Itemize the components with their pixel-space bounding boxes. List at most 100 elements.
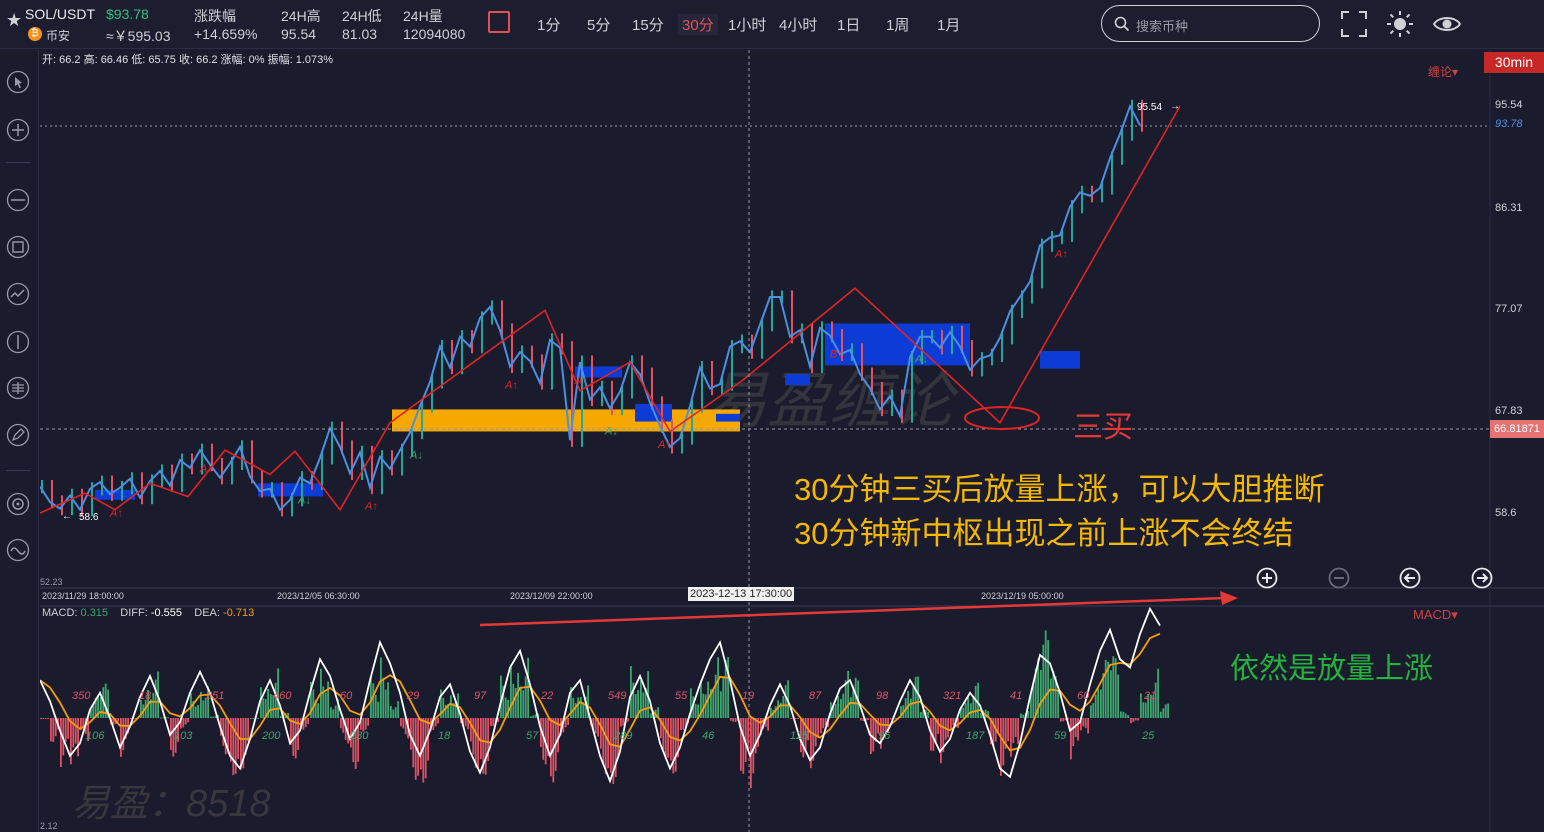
macd-bottom-value: 2.12 [40, 821, 58, 831]
macd-histogram-bar [1132, 718, 1135, 722]
macd-peak-number: 29 [406, 690, 419, 702]
time-tick: 2023/12/05 06:30:00 [277, 591, 360, 601]
macd-trough-number: 57 [526, 730, 539, 742]
scroll-left-icon[interactable] [1399, 567, 1421, 589]
macd-histogram-bar [1012, 718, 1015, 744]
buy-sell-signal: A↑ [199, 463, 213, 475]
vertical-line-icon[interactable] [6, 330, 30, 354]
macd-histogram-bar [847, 670, 849, 718]
fullscreen-icon[interactable] [1340, 10, 1368, 38]
buy-sell-signal: A↑ [657, 439, 671, 451]
macd-histogram-bar [70, 718, 72, 765]
cny-price: ≈￥595.03 [106, 28, 171, 44]
macd-histogram-bar [1097, 687, 1099, 718]
buy-sell-signal: A↑ [109, 507, 123, 519]
macd-histogram-bar [837, 695, 839, 718]
theme-sun-icon[interactable] [1386, 10, 1414, 38]
price-tick: 77.07 [1495, 303, 1523, 315]
macd-histogram-bar [797, 718, 799, 719]
macd-trough-number: 59 [1054, 730, 1066, 742]
dea-value: -0.713 [223, 607, 255, 619]
interval-30m[interactable]: 30分 [678, 14, 718, 35]
interval-1w[interactable]: 1周 [886, 14, 909, 35]
price-chart[interactable]: 易盈缠论 A↑ A↑ A↓ A↑ A↓ A↑ A↑ A↓ A↑ B↑ A↓ A↑ 350 18 351 46… [40, 50, 1544, 832]
low-label: 24H低 [342, 8, 382, 24]
macd-histogram-bar [717, 657, 719, 718]
macd-histogram-bar [420, 718, 422, 770]
macd-histogram-bar [682, 718, 685, 730]
macd-histogram-bar [1162, 708, 1165, 718]
macd-trough-number: 125 [790, 730, 809, 742]
max-price-arrow: → [1170, 101, 1180, 112]
macd-histogram-bar [1117, 674, 1119, 718]
favorite-star-icon[interactable]: ★ [6, 10, 22, 31]
interval-1d[interactable]: 1日 [837, 14, 860, 35]
macd-histogram-bar [620, 718, 622, 727]
macd-histogram-bar [1122, 711, 1125, 718]
min-price-arrow: ← [62, 511, 72, 522]
drawing-toolbar [0, 50, 39, 832]
macd-histogram-bar [627, 718, 629, 722]
chart-area[interactable]: 易盈缠论 A↑ A↑ A↓ A↑ A↓ A↑ A↑ A↓ A↑ B↑ A↓ A↑ 350 18 351 46… [40, 50, 1544, 832]
macd-histogram-bar [1040, 669, 1042, 718]
parallel-channel-icon[interactable] [6, 376, 30, 400]
macd-histogram-bar [187, 718, 189, 723]
search-input[interactable]: 搜索币种 [1136, 16, 1188, 35]
high-label: 24H高 [281, 8, 321, 24]
macd-histogram-bar [602, 718, 605, 765]
macd-histogram-bar [860, 718, 862, 721]
macd-histogram-bar [1112, 656, 1115, 718]
zoom-in-icon[interactable] [1256, 567, 1278, 589]
macd-histogram-bar [1082, 718, 1085, 727]
macd-histogram-bar [417, 718, 419, 776]
zoom-out-icon[interactable] [1328, 567, 1350, 589]
price-tick: 58.6 [1495, 507, 1517, 519]
macd-histogram-bar [154, 679, 157, 718]
macd-histogram-bar [577, 697, 579, 718]
interval-15m[interactable]: 15分 [632, 14, 664, 35]
pencil-icon[interactable] [6, 423, 30, 447]
macd-histogram-bar [734, 718, 737, 722]
macd-histogram-bar [484, 718, 487, 775]
horizontal-line-icon[interactable] [6, 188, 30, 212]
crosshair-icon[interactable] [6, 118, 30, 142]
interval-1mo[interactable]: 1月 [937, 14, 960, 35]
macd-histogram-bar [767, 718, 769, 731]
last-price: $93.78 [106, 6, 149, 22]
macd-menu[interactable]: MACD▾ [1413, 607, 1458, 623]
scroll-right-icon[interactable] [1471, 567, 1493, 589]
magnet-icon[interactable] [6, 492, 30, 516]
macd-histogram-bar [67, 718, 69, 739]
diff-value: -0.555 [150, 607, 183, 619]
macd-histogram-bar [202, 700, 205, 718]
buy-sell-signal: A↓ [297, 495, 311, 507]
max-price-label: 95.54 [1137, 102, 1163, 113]
pair-name[interactable]: SOL/USDT [25, 6, 95, 22]
indicator-menu[interactable]: 缠论▾ [1428, 63, 1458, 80]
wave-icon[interactable] [6, 538, 30, 562]
interval-1h[interactable]: 1小时 [728, 14, 766, 35]
macd-histogram-bar [160, 717, 162, 719]
trend-line-icon[interactable] [6, 282, 30, 306]
macd-histogram-bar [384, 689, 387, 718]
macd-histogram-bar [1164, 704, 1167, 718]
interval-5m[interactable]: 5分 [587, 14, 610, 35]
macd-trough-number: 25 [1141, 730, 1155, 742]
search-box[interactable]: 搜索币种 [1101, 5, 1320, 42]
rectangle-icon[interactable] [6, 235, 30, 259]
macd-histogram-bar [262, 698, 265, 718]
macd-histogram-bar [510, 664, 512, 718]
macd-histogram-bar [532, 715, 535, 718]
macd-histogram-bar [52, 718, 55, 742]
macd-histogram-bar [920, 712, 922, 718]
eye-icon[interactable] [1432, 10, 1462, 38]
macd-histogram-bar [950, 718, 952, 730]
chart-type-icon[interactable] [488, 11, 510, 33]
interval-4h[interactable]: 4小时 [779, 14, 817, 35]
interval-1m[interactable]: 1分 [537, 14, 560, 35]
macd-histogram-bar [100, 696, 102, 718]
macd-histogram-bar [474, 718, 477, 768]
cursor-icon[interactable] [6, 70, 30, 94]
macd-histogram-bar [1057, 689, 1059, 718]
min-price-label: 58.6 [79, 512, 99, 523]
